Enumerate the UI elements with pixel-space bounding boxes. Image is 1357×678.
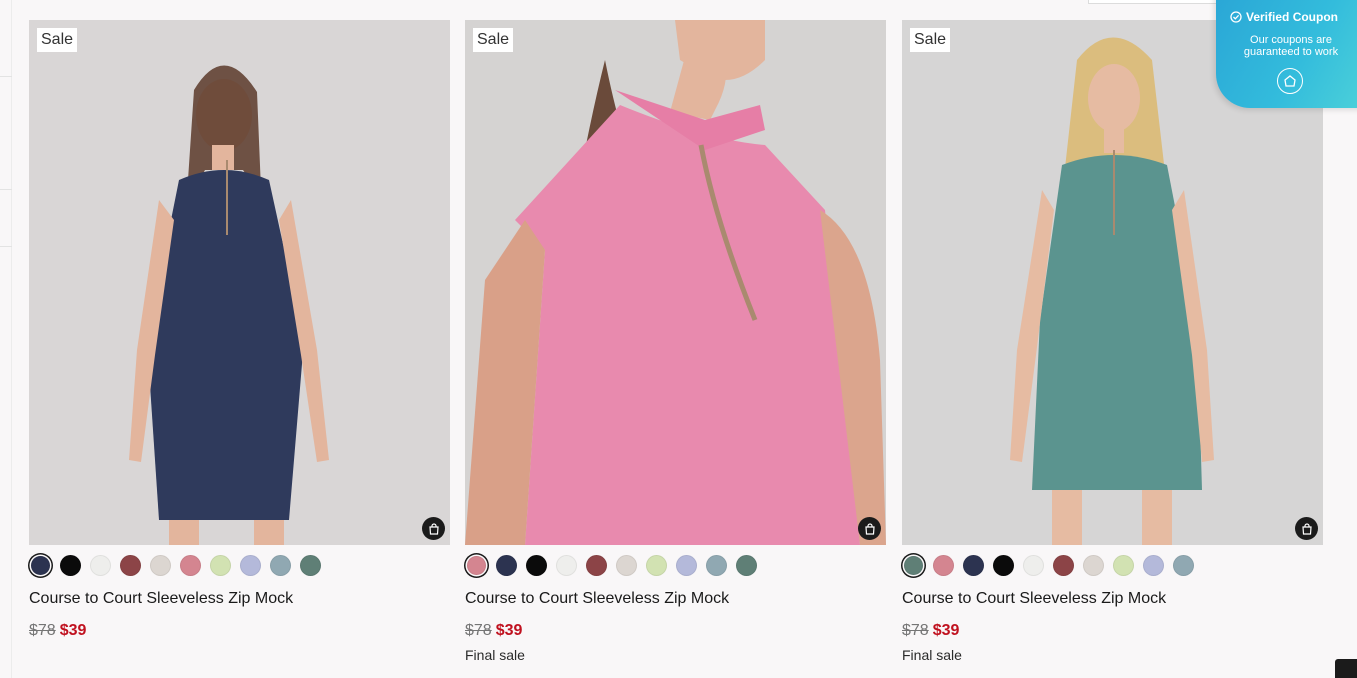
color-swatch[interactable] [586,555,607,576]
sale-badge: Sale [37,28,78,52]
color-swatch[interactable] [646,555,667,576]
color-swatch[interactable] [933,555,954,576]
color-swatch[interactable] [210,555,231,576]
sale-price: $39 [59,622,87,639]
product-card[interactable]: Sale Course to Court Sleeveless Zip Mock… [465,20,886,663]
rail-divider [0,76,12,77]
color-swatch[interactable] [31,556,50,575]
product-name[interactable]: Course to Court Sleeveless Zip Mock [465,590,729,608]
rail-divider [0,189,12,190]
color-swatch[interactable] [90,555,111,576]
shopping-bag-icon [864,522,875,535]
check-circle-icon [1230,11,1242,23]
original-price: $78 [465,622,492,639]
color-swatch[interactable] [963,555,984,576]
sale-badge: Sale [473,28,514,52]
chat-launcher[interactable] [1335,659,1357,678]
sort-dropdown[interactable] [1088,0,1228,4]
color-swatch[interactable] [150,555,171,576]
color-swatch[interactable] [556,555,577,576]
product-name[interactable]: Course to Court Sleeveless Zip Mock [29,590,293,608]
color-swatch[interactable] [270,555,291,576]
color-swatches [29,555,330,577]
color-swatches [902,555,1203,577]
home-tag-icon [1284,75,1296,87]
final-sale-label: Final sale [902,647,962,663]
final-sale-label: Final sale [465,647,525,663]
color-swatch[interactable] [1113,555,1134,576]
sale-badge: Sale [910,28,951,52]
coupon-logo-icon[interactable] [1277,68,1303,94]
color-swatch[interactable] [616,555,637,576]
original-price: $78 [902,622,929,639]
coupon-subtitle: Our coupons are guaranteed to work [1243,34,1339,58]
model-photo-navy [29,20,450,545]
shopping-bag-icon [428,522,439,535]
color-swatch[interactable] [300,555,321,576]
color-swatch[interactable] [706,555,727,576]
rail-divider [0,246,12,247]
coupon-title-text: Verified Coupon [1246,10,1339,24]
coupon-title: Verified Coupon [1230,10,1338,24]
color-swatch[interactable] [676,555,697,576]
add-to-bag-button[interactable] [858,517,881,540]
color-swatch[interactable] [120,555,141,576]
product-card[interactable]: Sale Course to Court Sleeveless Zip Mock… [29,20,450,639]
color-swatch[interactable] [1053,555,1074,576]
original-price: $78 [29,622,56,639]
color-swatch[interactable] [60,555,81,576]
add-to-bag-button[interactable] [1295,517,1318,540]
sale-price: $39 [495,622,523,639]
color-swatch[interactable] [736,555,757,576]
color-swatch[interactable] [1023,555,1044,576]
product-image[interactable]: Sale [465,20,886,545]
color-swatch[interactable] [467,556,486,575]
color-swatch[interactable] [993,555,1014,576]
color-swatch[interactable] [526,555,547,576]
verified-coupon-widget[interactable]: Verified Coupon Our coupons are guarante… [1216,0,1357,108]
add-to-bag-button[interactable] [422,517,445,540]
price-row: $78 $39 [29,622,86,640]
product-name[interactable]: Course to Court Sleeveless Zip Mock [902,590,1166,608]
sale-price: $39 [932,622,960,639]
left-rail [0,0,12,678]
shopping-bag-icon [1301,522,1312,535]
product-image[interactable]: Sale [29,20,450,545]
color-swatch[interactable] [1083,555,1104,576]
color-swatch[interactable] [240,555,261,576]
color-swatch[interactable] [904,556,923,575]
color-swatches [465,555,766,577]
price-row: $78 $39 [902,622,959,640]
color-swatch[interactable] [1173,555,1194,576]
color-swatch[interactable] [496,555,517,576]
model-photo-pink [465,20,886,545]
color-swatch[interactable] [1143,555,1164,576]
price-row: $78 $39 [465,622,522,640]
color-swatch[interactable] [180,555,201,576]
